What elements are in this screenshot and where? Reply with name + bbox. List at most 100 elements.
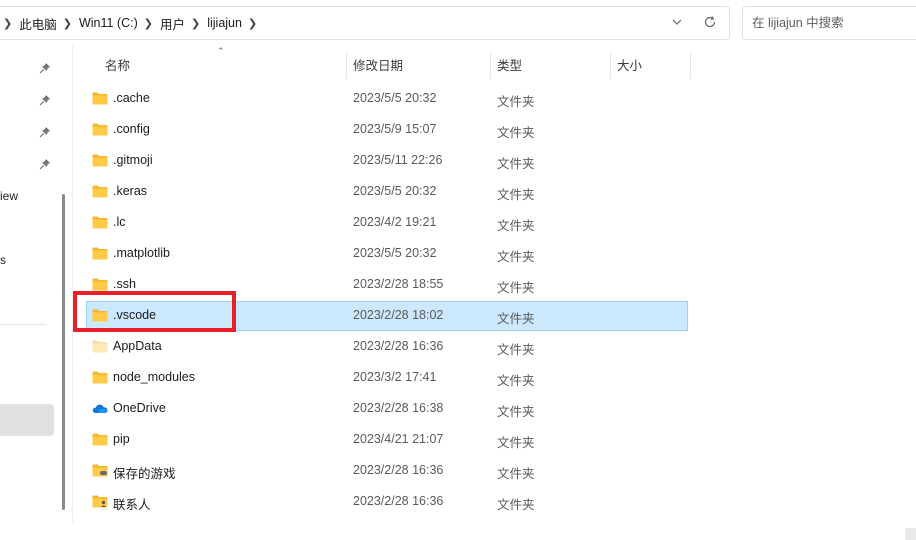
file-row[interactable]: .keras 2023/5/5 20:32 文件夹 (87, 178, 687, 206)
nav-item-selected[interactable] (0, 404, 54, 436)
file-modified-date: 2023/3/2 17:41 (353, 370, 437, 384)
folder-icon (92, 278, 108, 291)
file-modified-date: 2023/5/5 20:32 (353, 91, 437, 105)
nav-divider (0, 324, 46, 325)
file-modified-date: 2023/2/28 16:36 (353, 494, 444, 508)
file-type: 文件夹 (497, 436, 535, 450)
file-modified-date: 2023/5/5 20:32 (353, 246, 437, 260)
file-name[interactable]: pip (113, 432, 130, 446)
file-modified-date: 2023/2/28 16:38 (353, 401, 444, 415)
file-row[interactable]: .gitmoji 2023/5/11 22:26 文件夹 (87, 147, 687, 175)
column-header-name[interactable]: 名称 (105, 54, 130, 78)
file-name[interactable]: .cache (113, 91, 150, 105)
file-row[interactable]: AppData 2023/2/28 16:36 文件夹 (87, 333, 687, 361)
file-modified-date: 2023/4/21 21:07 (353, 432, 444, 446)
file-modified-date: 2023/2/28 16:36 (353, 339, 444, 353)
folder-icon (92, 123, 108, 136)
file-modified-date: 2023/4/2 19:21 (353, 215, 437, 229)
file-name[interactable]: .keras (113, 184, 147, 198)
file-row[interactable]: .lc 2023/4/2 19:21 文件夹 (87, 209, 687, 237)
column-divider[interactable] (490, 52, 491, 79)
file-row[interactable]: node_modules 2023/3/2 17:41 文件夹 (87, 364, 687, 392)
pane-separator[interactable] (72, 44, 73, 524)
breadcrumb-drive-c[interactable]: Win11 (C:) (79, 16, 138, 30)
contacts-folder-icon (92, 495, 108, 508)
breadcrumb-users[interactable]: 用户 (160, 14, 185, 33)
file-name[interactable]: .lc (113, 215, 126, 229)
file-name[interactable]: .ssh (113, 277, 136, 291)
column-divider[interactable] (690, 52, 691, 79)
address-tools (671, 7, 717, 39)
file-type: 文件夹 (497, 405, 535, 419)
chevron-right-icon[interactable]: ❯ (63, 17, 72, 30)
file-type: 文件夹 (497, 374, 535, 388)
file-name[interactable]: .gitmoji (113, 153, 153, 167)
file-modified-date: 2023/5/9 15:07 (353, 122, 437, 136)
chevron-right-icon[interactable]: ❯ (144, 17, 153, 30)
file-type: 文件夹 (497, 219, 535, 233)
navigation-pane: iew s (0, 44, 60, 540)
pin-icon[interactable] (39, 158, 51, 170)
file-type: 文件夹 (497, 188, 535, 202)
chevron-right-icon[interactable]: ❯ (3, 17, 12, 30)
file-type: 文件夹 (497, 95, 535, 109)
file-row[interactable]: pip 2023/4/21 21:07 文件夹 (87, 426, 687, 454)
file-row[interactable]: .ssh 2023/2/28 18:55 文件夹 (87, 271, 687, 299)
file-row-selected[interactable]: .vscode 2023/2/28 18:02 文件夹 (86, 301, 688, 331)
file-type: 文件夹 (497, 126, 535, 140)
file-list-footer (73, 524, 916, 540)
file-row[interactable]: .config 2023/5/9 15:07 文件夹 (87, 116, 687, 144)
chevron-down-icon[interactable] (671, 16, 683, 31)
breadcrumb-this-pc[interactable]: 此电脑 (19, 14, 57, 33)
pin-icon[interactable] (39, 62, 51, 74)
file-name[interactable]: .config (113, 122, 150, 136)
file-name[interactable]: AppData (113, 339, 162, 353)
file-row[interactable]: .cache 2023/5/5 20:32 文件夹 (87, 85, 687, 113)
breadcrumb: ❯ 此电脑 ❯ Win11 (C:) ❯ 用户 ❯ lijiajun ❯ (0, 7, 264, 39)
file-type: 文件夹 (497, 157, 535, 171)
folder-icon (92, 247, 108, 260)
file-name[interactable]: 保存的游戏 (113, 463, 176, 482)
file-type: 文件夹 (497, 498, 535, 512)
file-modified-date: 2023/2/28 16:36 (353, 463, 444, 477)
file-row[interactable]: .matplotlib 2023/5/5 20:32 文件夹 (87, 240, 687, 268)
folder-icon (92, 92, 108, 105)
address-toolbar: ❯ 此电脑 ❯ Win11 (C:) ❯ 用户 ❯ lijiajun ❯ (0, 0, 916, 44)
search-box (742, 6, 916, 40)
nav-item-label-fragment[interactable]: s (0, 253, 6, 267)
file-modified-date: 2023/5/11 22:26 (353, 153, 443, 167)
status-bar-corner (905, 528, 916, 540)
breadcrumb-lijiajun[interactable]: lijiajun (207, 16, 242, 30)
chevron-right-icon[interactable]: ❯ (191, 17, 200, 30)
folder-hidden-icon (92, 340, 108, 353)
file-type: 文件夹 (497, 312, 535, 326)
file-row[interactable]: 保存的游戏 2023/2/28 16:36 文件夹 (87, 457, 687, 485)
column-divider[interactable] (610, 52, 611, 79)
nav-scrollbar-thumb[interactable] (62, 194, 65, 510)
column-header-type[interactable]: 类型 (497, 54, 522, 78)
chevron-right-icon[interactable]: ❯ (248, 17, 257, 30)
folder-icon (92, 371, 108, 384)
column-divider[interactable] (346, 52, 347, 79)
folder-icon (92, 216, 108, 229)
file-row[interactable]: OneDrive 2023/2/28 16:38 文件夹 (87, 395, 687, 423)
file-type: 文件夹 (497, 343, 535, 357)
file-type: 文件夹 (497, 281, 535, 295)
file-name[interactable]: OneDrive (113, 401, 166, 415)
search-input[interactable] (743, 7, 914, 39)
column-header-size[interactable]: 大小 (617, 54, 642, 78)
nav-item-label-fragment[interactable]: iew (0, 189, 18, 203)
file-type: 文件夹 (497, 250, 535, 264)
refresh-icon[interactable] (703, 15, 717, 32)
file-name[interactable]: 联系人 (113, 494, 151, 513)
pin-icon[interactable] (39, 126, 51, 138)
folder-icon (92, 154, 108, 167)
file-name[interactable]: .matplotlib (113, 246, 170, 260)
file-name[interactable]: node_modules (113, 370, 195, 384)
file-modified-date: 2023/5/5 20:32 (353, 184, 437, 198)
file-row[interactable]: 联系人 2023/2/28 16:36 文件夹 (87, 488, 687, 516)
address-bar[interactable]: ❯ 此电脑 ❯ Win11 (C:) ❯ 用户 ❯ lijiajun ❯ (0, 6, 730, 40)
file-name[interactable]: .vscode (113, 308, 156, 322)
pin-icon[interactable] (39, 94, 51, 106)
column-header-modified[interactable]: 修改日期 (353, 54, 403, 78)
